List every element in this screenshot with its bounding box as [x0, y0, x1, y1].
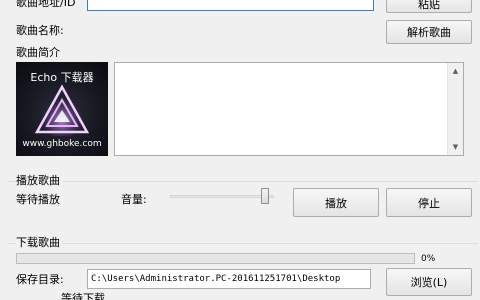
browse-button[interactable]: 浏览(L)	[386, 268, 472, 296]
download-progress-bar	[16, 253, 415, 264]
download-group-divider	[8, 243, 478, 244]
playback-status: 等待播放	[16, 193, 60, 206]
song-intro-textarea[interactable]: ▲ ▼	[114, 62, 464, 156]
volume-slider-thumb[interactable]	[261, 188, 270, 204]
song-intro-label: 歌曲简介	[16, 46, 60, 59]
song-name-label: 歌曲名称:	[16, 24, 64, 37]
download-progress-text: 0%	[421, 254, 436, 264]
intro-scrollbar[interactable]: ▲ ▼	[447, 63, 463, 155]
triangle-logo-icon	[34, 84, 90, 136]
save-dir-label: 保存目录:	[16, 273, 64, 286]
app-logo: Echo 下载器 www.ghboke.com	[16, 62, 108, 156]
playback-group-divider	[8, 181, 478, 182]
playback-group-label: 播放歌曲	[16, 174, 63, 188]
song-url-input[interactable]	[87, 0, 374, 11]
play-button[interactable]: 播放	[293, 188, 379, 217]
logo-title: Echo 下载器	[30, 71, 94, 84]
scroll-up-icon[interactable]: ▲	[448, 63, 463, 79]
scroll-down-icon[interactable]: ▼	[448, 139, 463, 155]
parse-song-button[interactable]: 解析歌曲	[386, 20, 472, 44]
download-group-label: 下载歌曲	[16, 236, 63, 250]
download-status: 等待下载	[61, 292, 105, 300]
logo-url: www.ghboke.com	[22, 139, 102, 149]
song-url-label: 歌曲地址/ID	[16, 0, 76, 9]
volume-label: 音量:	[121, 193, 147, 206]
volume-slider-track[interactable]	[170, 195, 274, 198]
stop-button[interactable]: 停止	[386, 188, 472, 217]
save-dir-input[interactable]: C:\Users\Administrator.PC-201611251701\D…	[87, 269, 371, 289]
paste-button[interactable]: 粘贴	[386, 0, 472, 13]
